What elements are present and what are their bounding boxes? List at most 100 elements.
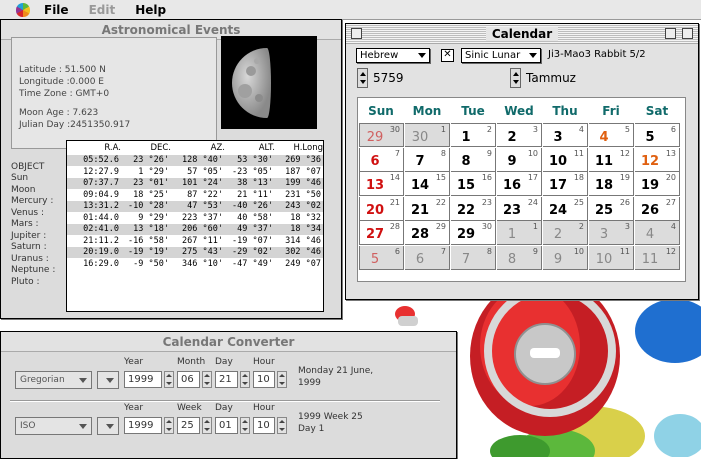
calendar-day-cell[interactable]: 15 16 bbox=[451, 172, 496, 196]
calendar-day-cell[interactable]: 21 22 bbox=[405, 196, 450, 221]
day-number: 23 bbox=[502, 202, 522, 218]
menu-help[interactable]: Help bbox=[135, 3, 166, 17]
calendar-day-cell[interactable]: 10 11 bbox=[589, 245, 634, 270]
day-number: 9 bbox=[507, 153, 517, 169]
calendar-day-cell[interactable]: 29 30 bbox=[451, 221, 496, 245]
menu-file[interactable]: File bbox=[44, 3, 69, 17]
calendar-day-cell[interactable]: 78 bbox=[405, 147, 450, 172]
chevron-down-icon bbox=[79, 424, 87, 429]
secondary-calendar-checkbox[interactable]: ✕ bbox=[441, 49, 454, 62]
zoom-box-icon[interactable] bbox=[665, 28, 676, 39]
hour-label: Hour bbox=[253, 403, 275, 413]
dec-cell: 1 °29' bbox=[138, 166, 169, 177]
calendar-day-cell[interactable]: 10 11 bbox=[543, 147, 588, 172]
hlong-cell: 249 °07 bbox=[285, 258, 321, 269]
calendar-day-cell[interactable]: 45 bbox=[589, 123, 634, 147]
collapse-box-icon[interactable] bbox=[682, 28, 693, 39]
converter-title-bar[interactable]: Calendar Converter bbox=[1, 332, 456, 352]
calendar-system-select[interactable]: Hebrew bbox=[356, 48, 430, 63]
calendar-day-cell[interactable]: 24 25 bbox=[543, 196, 588, 221]
day-field[interactable]: 01 bbox=[215, 417, 238, 434]
target-calendar-value: ISO bbox=[20, 421, 36, 431]
day-stepper[interactable] bbox=[240, 417, 250, 434]
calendar-day-cell[interactable]: 19 20 bbox=[635, 172, 680, 196]
source-calendar-select[interactable]: Gregorian bbox=[15, 371, 92, 389]
year-field[interactable]: 1999 bbox=[124, 417, 162, 434]
calendar-day-cell[interactable]: 18 19 bbox=[589, 172, 634, 196]
calendar-day-cell[interactable]: 9 10 bbox=[543, 245, 588, 270]
calendar-day-cell[interactable]: 25 26 bbox=[589, 196, 634, 221]
year-stepper[interactable] bbox=[164, 417, 174, 434]
calendar-day-cell[interactable]: 16 17 bbox=[497, 172, 542, 196]
calendar-day-cell[interactable]: 78 bbox=[451, 245, 496, 270]
day-field[interactable]: 21 bbox=[215, 371, 238, 388]
calendar-day-cell[interactable]: 29 30 bbox=[359, 123, 404, 147]
header-ra: R.A. bbox=[104, 143, 121, 153]
az-cell: 275 °43' bbox=[182, 247, 223, 257]
calendar-day-cell[interactable]: 44 bbox=[635, 221, 680, 245]
target-calendar-select[interactable]: ISO bbox=[15, 417, 92, 435]
hour-field[interactable]: 10 bbox=[253, 417, 275, 434]
month-stepper[interactable] bbox=[510, 68, 521, 88]
source-calendar-options-select[interactable] bbox=[97, 371, 119, 389]
calendar-day-cell[interactable]: 89 bbox=[451, 147, 496, 172]
month-stepper[interactable] bbox=[202, 371, 212, 388]
calendar-day-cell[interactable]: 26 27 bbox=[635, 196, 680, 221]
calendar-day-cell[interactable]: 13 14 bbox=[359, 172, 404, 196]
calendar-day-cell[interactable]: 67 bbox=[405, 245, 450, 270]
calendar-day-cell[interactable]: 20 21 bbox=[359, 196, 404, 221]
weekday-header: Fri bbox=[602, 104, 620, 118]
calendar-day-cell[interactable]: 33 bbox=[589, 221, 634, 245]
week-stepper[interactable] bbox=[202, 417, 212, 434]
year-field[interactable]: 1999 bbox=[124, 371, 162, 388]
calendar-day-cell[interactable]: 28 29 bbox=[405, 221, 450, 245]
calendar-day-cell[interactable]: 14 15 bbox=[405, 172, 450, 196]
day-number: 5 bbox=[370, 251, 380, 267]
day-stepper[interactable] bbox=[240, 371, 250, 388]
calendar-day-cell[interactable]: 89 bbox=[497, 245, 542, 270]
object-label: Pluto : bbox=[11, 276, 40, 287]
object-label: Sun bbox=[11, 173, 29, 183]
calendar-day-cell[interactable]: 56 bbox=[635, 123, 680, 147]
calendar-day-cell[interactable]: 12 13 bbox=[635, 147, 680, 172]
calendar-day-cell[interactable]: 30 1 bbox=[405, 123, 450, 147]
calendar-day-cell[interactable]: 22 bbox=[543, 221, 588, 245]
calendar-day-cell[interactable]: 23 24 bbox=[497, 196, 542, 221]
ra-cell: 07:37.7 bbox=[83, 178, 119, 188]
calendar-day-cell[interactable]: 11 bbox=[497, 221, 542, 245]
year-stepper[interactable] bbox=[164, 371, 174, 388]
window-title: Astronomical Events bbox=[101, 22, 241, 37]
secondary-day-number: 11 bbox=[619, 246, 630, 256]
apple-menu-icon[interactable] bbox=[16, 2, 30, 17]
hour-stepper[interactable] bbox=[277, 371, 287, 388]
window-title: Calendar bbox=[485, 26, 559, 41]
calendar-day-cell[interactable]: 27 28 bbox=[359, 221, 404, 245]
calendar-day-cell[interactable]: 11 12 bbox=[635, 245, 680, 270]
calendar-day-cell[interactable]: 12 bbox=[451, 123, 496, 147]
secondary-day-number: 2 bbox=[578, 222, 584, 231]
planet-position-table[interactable]: R.A. DEC. AZ. ALT. H.Long 05:52.6 23 °26'… bbox=[66, 140, 324, 312]
calendar-day-cell[interactable]: 67 bbox=[359, 147, 404, 172]
calendar-day-cell[interactable]: 9 10 bbox=[497, 147, 542, 172]
hour-field[interactable]: 10 bbox=[253, 371, 275, 388]
calendar-day-cell[interactable]: 56 bbox=[359, 245, 404, 270]
object-label: Neptune : bbox=[11, 265, 56, 275]
hour-stepper[interactable] bbox=[277, 417, 287, 434]
close-box-icon[interactable] bbox=[351, 28, 362, 39]
day-number: 24 bbox=[548, 202, 568, 218]
calendar-day-cell[interactable]: 17 18 bbox=[543, 172, 588, 196]
calendar-title-bar[interactable]: Calendar bbox=[346, 24, 698, 44]
day-number: 28 bbox=[410, 227, 430, 242]
year-stepper[interactable] bbox=[357, 68, 368, 88]
calendar-day-cell[interactable]: 34 bbox=[543, 123, 588, 147]
secondary-calendar-select[interactable]: Sinic Lunar bbox=[461, 48, 541, 63]
calendar-day-cell[interactable]: 22 23 bbox=[451, 196, 496, 221]
secondary-day-number: 8 bbox=[440, 148, 446, 158]
menu-edit[interactable]: Edit bbox=[89, 3, 116, 17]
calendar-day-cell[interactable]: 11 12 bbox=[589, 147, 634, 172]
month-field[interactable]: 06 bbox=[177, 371, 200, 388]
week-field[interactable]: 25 bbox=[177, 417, 200, 434]
target-calendar-options-select[interactable] bbox=[97, 417, 119, 435]
secondary-day-number: 29 bbox=[435, 222, 446, 231]
calendar-day-cell[interactable]: 23 bbox=[497, 123, 542, 147]
